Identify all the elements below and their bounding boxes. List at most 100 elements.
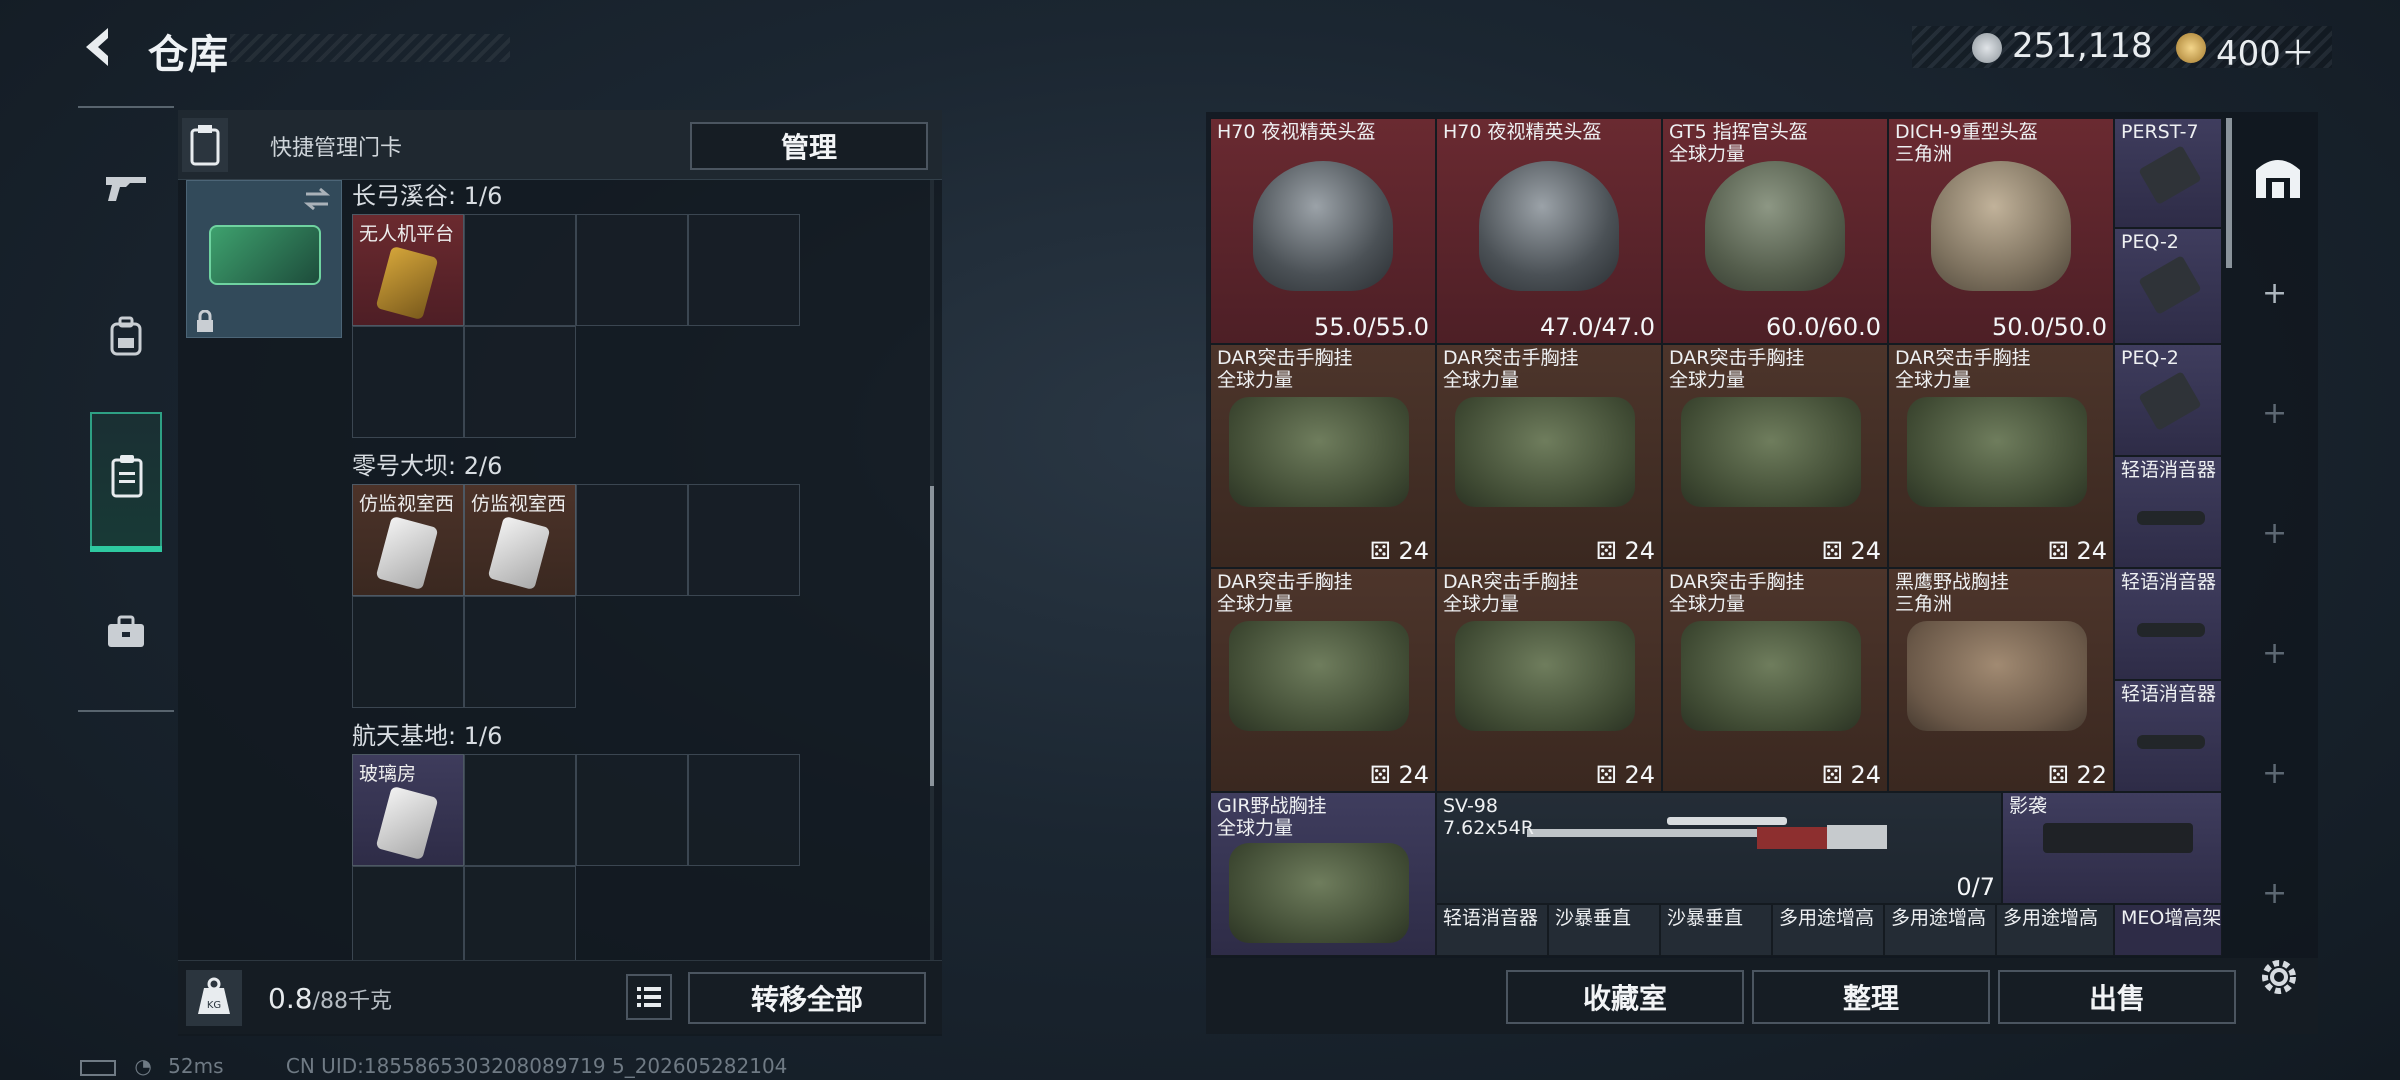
transfer-all-button[interactable]: 转移全部 <box>688 972 926 1024</box>
nav-keycard-case[interactable] <box>90 412 162 552</box>
durability: 55.0/55.0 <box>1314 313 1429 341</box>
swap-icon[interactable] <box>302 186 332 212</box>
add-storage-icon[interactable]: + <box>2262 756 2287 791</box>
empty-slot[interactable] <box>688 214 800 326</box>
warehouse-icon <box>2256 160 2300 198</box>
inventory-item[interactable]: PEQ-2 <box>2114 228 2222 344</box>
item-name: 多用途增高 <box>1779 907 1875 929</box>
add-storage-icon[interactable]: + <box>2262 516 2287 551</box>
capacity: ⚄ 24 <box>1821 537 1881 565</box>
chest-rig-image <box>1229 621 1409 731</box>
item-name: DAR突击手胸挂 全球力量 <box>1669 347 1805 391</box>
inventory-item[interactable]: 沙暴垂直 <box>1660 904 1772 956</box>
empty-slot[interactable] <box>576 484 688 596</box>
inventory-item[interactable]: DAR突击手胸挂 全球力量 ⚄ 24 <box>1210 344 1436 568</box>
item-name: 轻语消音器 <box>2121 459 2217 481</box>
list-view-button[interactable] <box>626 974 672 1020</box>
empty-slot[interactable] <box>576 754 688 866</box>
section-label-dam: 零号大坝: 2/6 <box>352 452 503 480</box>
item-name: DAR突击手胸挂 全球力量 <box>1217 347 1353 391</box>
inventory-item[interactable]: GIR野战胸挂 全球力量 <box>1210 792 1436 956</box>
empty-slot[interactable] <box>464 214 576 326</box>
durability: 60.0/60.0 <box>1766 313 1881 341</box>
empty-slot[interactable] <box>688 484 800 596</box>
collection-room-button[interactable]: 收藏室 <box>1506 970 1744 1024</box>
empty-slot[interactable] <box>464 326 576 438</box>
section-label-longbow: 长弓溪谷: 1/6 <box>352 182 503 210</box>
inventory-item[interactable]: PERST-7 <box>2114 118 2222 228</box>
nav-toolbox[interactable] <box>90 596 162 668</box>
gear-icon[interactable] <box>2256 954 2302 1000</box>
capacity: ⚄ 24 <box>1595 761 1655 789</box>
attachment-image <box>2138 255 2202 315</box>
inventory-item[interactable]: SV-98 7.62x54R 0/7 <box>1436 792 2002 904</box>
manage-button[interactable]: 管理 <box>690 122 928 170</box>
attachment-image <box>2138 371 2202 431</box>
inventory-item[interactable]: 多用途增高 <box>1996 904 2114 956</box>
inventory-item[interactable]: GT5 指挥官头盔 全球力量 60.0/60.0 <box>1662 118 1888 344</box>
helmet-image <box>1479 161 1619 291</box>
inventory-item[interactable]: MEO增高架 <box>2114 904 2222 956</box>
keycard-slot[interactable]: 仿监视室西 <box>464 484 576 596</box>
inventory-item[interactable]: PEQ-2 <box>2114 344 2222 456</box>
keycard-slot[interactable]: 玻璃房 <box>352 754 464 866</box>
sort-button[interactable]: 整理 <box>1752 970 1990 1024</box>
inventory-item[interactable]: 黑鹰野战胸挂 三角洲 ⚄ 22 <box>1888 568 2114 792</box>
keycard-grid-spaceport: 玻璃房 <box>352 754 802 960</box>
empty-slot[interactable] <box>352 596 464 708</box>
inventory-item[interactable]: 多用途增高 <box>1884 904 1996 956</box>
ping-text: 52ms <box>168 1054 224 1078</box>
add-storage-icon[interactable]: + <box>2262 636 2287 671</box>
item-name: PEQ-2 <box>2121 347 2179 369</box>
empty-slot[interactable] <box>352 326 464 438</box>
add-storage-icon[interactable]: + <box>2262 276 2287 311</box>
nav-backpack[interactable] <box>90 300 162 372</box>
item-name: 多用途增高 <box>1891 907 1987 929</box>
inventory-item[interactable]: DAR突击手胸挂 全球力量 ⚄ 24 <box>1436 344 1662 568</box>
quick-manage-label: 快捷管理门卡 <box>270 136 403 161</box>
nav-weapons[interactable] <box>90 152 162 224</box>
inventory-item[interactable]: DAR突击手胸挂 全球力量 ⚄ 24 <box>1662 568 1888 792</box>
empty-slot[interactable] <box>352 866 464 960</box>
back-arrow-icon[interactable] <box>74 22 124 72</box>
empty-slot[interactable] <box>576 214 688 326</box>
item-name: DAR突击手胸挂 全球力量 <box>1217 571 1353 615</box>
empty-slot[interactable] <box>688 754 800 866</box>
weight-badge: KG <box>186 970 242 1026</box>
inventory-item[interactable]: DAR突击手胸挂 全球力量 ⚄ 24 <box>1662 344 1888 568</box>
inventory-item[interactable]: DAR突击手胸挂 全球力量 ⚄ 24 <box>1210 568 1436 792</box>
chest-rig-image <box>1455 621 1635 731</box>
inventory-item[interactable]: 影袭 <box>2002 792 2222 904</box>
gold-currency-value[interactable]: 400＋ <box>2216 26 2315 75</box>
inventory-item[interactable]: DAR突击手胸挂 全球力量 ⚄ 24 <box>1888 344 2114 568</box>
item-name: H70 夜视精英头盔 <box>1217 121 1376 143</box>
suppressor-image <box>2137 623 2205 637</box>
inventory-item[interactable]: 轻语消音器 <box>2114 568 2222 680</box>
keycard-slot[interactable]: 仿监视室西 <box>352 484 464 596</box>
keycard-slot[interactable]: 无人机平台 <box>352 214 464 326</box>
left-scrollbar-thumb[interactable] <box>930 486 934 786</box>
add-storage-icon[interactable]: + <box>2262 396 2287 431</box>
empty-slot[interactable] <box>464 596 576 708</box>
attachment-image <box>2138 145 2202 205</box>
storage-tab-main[interactable] <box>2252 150 2304 202</box>
empty-slot[interactable] <box>464 866 576 960</box>
suppressor-image <box>2137 735 2205 749</box>
inventory-item[interactable]: 多用途增高 <box>1772 904 1884 956</box>
inventory-item[interactable]: 轻语消音器 <box>2114 680 2222 792</box>
empty-slot[interactable] <box>464 754 576 866</box>
add-storage-icon[interactable]: + <box>2262 876 2287 911</box>
inventory-item[interactable]: 轻语消音器 <box>2114 456 2222 568</box>
item-name: 沙暴垂直 <box>1555 907 1632 929</box>
inventory-item[interactable]: 沙暴垂直 <box>1548 904 1660 956</box>
inventory-item[interactable]: H70 夜视精英头盔 47.0/47.0 <box>1436 118 1662 344</box>
inventory-item[interactable]: DAR突击手胸挂 全球力量 ⚄ 24 <box>1436 568 1662 792</box>
capacity: ⚄ 24 <box>1369 761 1429 789</box>
sell-button[interactable]: 出售 <box>1998 970 2236 1024</box>
inventory-item[interactable]: H70 夜视精英头盔 55.0/55.0 <box>1210 118 1436 344</box>
inventory-item[interactable]: DICH-9重型头盔 三角洲 50.0/50.0 <box>1888 118 2114 344</box>
inventory-item[interactable]: 轻语消音器 <box>1436 904 1548 956</box>
keycard-grid-dam: 仿监视室西 仿监视室西 <box>352 484 802 710</box>
stock-image <box>2043 823 2193 853</box>
capacity: ⚄ 24 <box>1595 537 1655 565</box>
